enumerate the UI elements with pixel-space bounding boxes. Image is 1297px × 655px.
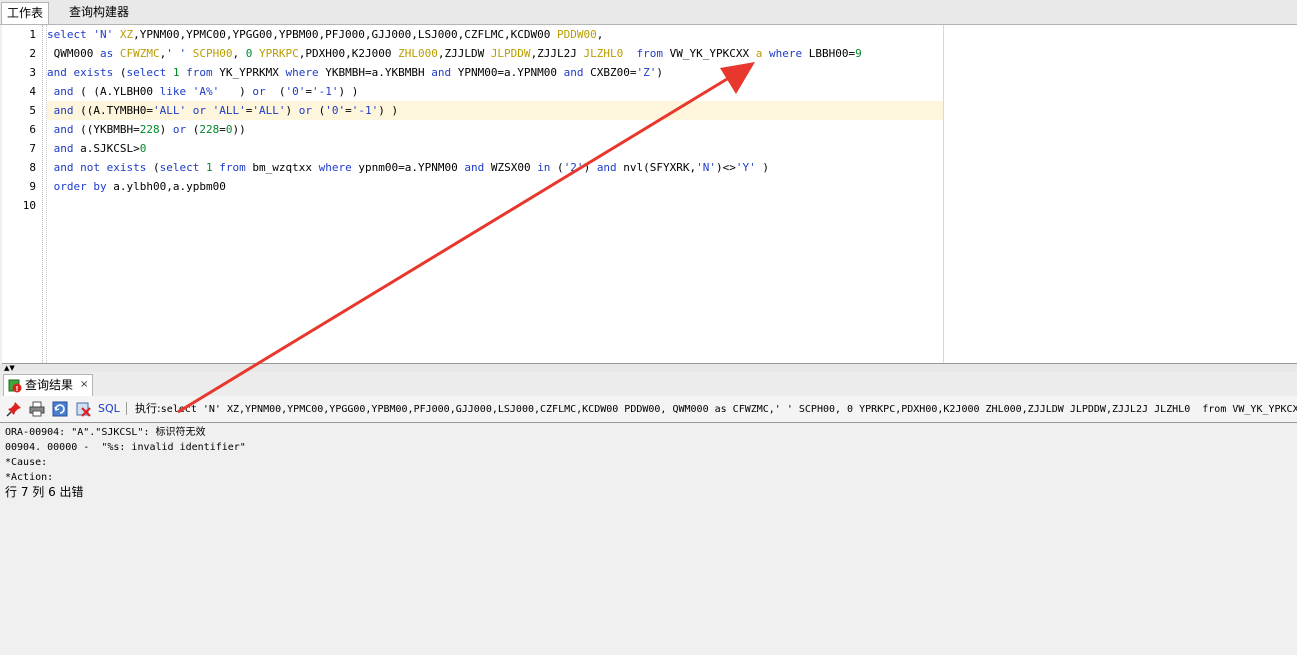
svg-text:!: ! bbox=[15, 385, 18, 393]
tab-query-result[interactable]: ! 查询结果 × bbox=[3, 374, 93, 396]
executed-sql-text: select 'N' XZ,YPNM00,YPMC00,YPGG00,YPBM0… bbox=[160, 404, 1297, 415]
code-line-9[interactable]: order by a.ylbh00,a.ypbm00 bbox=[47, 177, 937, 196]
script-output: ORA-00904: "A"."SJKCSL": 标识符无效 00904. 00… bbox=[0, 423, 1297, 655]
result-toolbar: SQL 执行:select 'N' XZ,YPNM00,YPMC00,YPGG0… bbox=[0, 396, 1297, 423]
code-line-8[interactable]: and not exists (select 1 from bm_wzqtxx … bbox=[47, 158, 937, 177]
sql-button[interactable]: SQL bbox=[98, 401, 120, 417]
tab-query-builder[interactable]: 查询构建器 bbox=[64, 2, 134, 23]
error-code-detail: 00904. 00000 - "%s: invalid identifier" bbox=[5, 442, 246, 453]
clear-icon[interactable] bbox=[75, 401, 91, 417]
line-number: 8 bbox=[29, 161, 36, 174]
code-line-2[interactable]: QWM000 as CFWZMC,' ' SCPH00, 0 YPRKPC,PD… bbox=[47, 44, 937, 63]
line-number: 1 bbox=[29, 28, 36, 41]
code-line-1[interactable]: select 'N' XZ,YPNM00,YPMC00,YPGG00,YPBM0… bbox=[47, 25, 937, 44]
code-line-6[interactable]: and ((YKBMBH=228) or (228=0)) bbox=[47, 120, 937, 139]
refresh-icon[interactable] bbox=[52, 401, 68, 417]
error-action: *Action: bbox=[5, 472, 54, 483]
toolbar-separator bbox=[126, 402, 127, 415]
right-margin-line bbox=[943, 25, 944, 363]
line-number: 2 bbox=[29, 47, 36, 60]
sql-editor[interactable]: 1 2 3 4 5 6 7 8 9 10 select 'N' XZ,YPNM0… bbox=[2, 25, 1297, 364]
collapse-arrows-icon[interactable]: ▲▼ bbox=[4, 364, 15, 372]
code-line-4[interactable]: and ( (A.YLBH00 like 'A%' ) or ('0'='-1'… bbox=[47, 82, 937, 101]
line-number: 4 bbox=[29, 85, 36, 98]
line-number: 5 bbox=[29, 104, 36, 117]
code-line-10[interactable] bbox=[47, 196, 937, 215]
code-line-3[interactable]: and exists (select 1 from YK_YPRKMX wher… bbox=[47, 63, 937, 82]
code-line-7[interactable]: and a.SJKCSL>0 bbox=[47, 139, 937, 158]
worksheet-tabbar: 工作表 查询构建器 bbox=[0, 0, 1297, 25]
pin-icon[interactable] bbox=[6, 401, 22, 417]
line-number: 10 bbox=[22, 199, 36, 212]
line-number: 9 bbox=[29, 180, 36, 193]
error-cause: *Cause: bbox=[5, 457, 48, 468]
line-number-gutter: 1 2 3 4 5 6 7 8 9 10 bbox=[2, 25, 43, 363]
close-icon[interactable]: × bbox=[80, 374, 88, 395]
result-tab-label: 查询结果 bbox=[25, 378, 74, 392]
code-line-5[interactable]: and ((A.TYMBH0='ALL' or 'ALL'='ALL') or … bbox=[47, 101, 943, 120]
line-number: 3 bbox=[29, 66, 36, 79]
line-number: 7 bbox=[29, 142, 36, 155]
print-icon[interactable] bbox=[29, 401, 45, 417]
executed-statement: 执行:select 'N' XZ,YPNM00,YPMC00,YPGG00,YP… bbox=[135, 401, 1297, 418]
error-location: 行 7 列 6 出错 bbox=[5, 485, 84, 499]
query-error-icon: ! bbox=[8, 379, 22, 393]
error-message: ORA-00904: "A"."SJKCSL": 标识符无效 bbox=[5, 427, 206, 438]
line-number: 6 bbox=[29, 123, 36, 136]
panel-splitter[interactable]: ▲▼ bbox=[0, 364, 1297, 372]
tab-worksheet[interactable]: 工作表 bbox=[1, 2, 50, 24]
result-tabbar: ! 查询结果 × bbox=[0, 372, 1297, 396]
executed-label: 执行: bbox=[135, 402, 161, 415]
